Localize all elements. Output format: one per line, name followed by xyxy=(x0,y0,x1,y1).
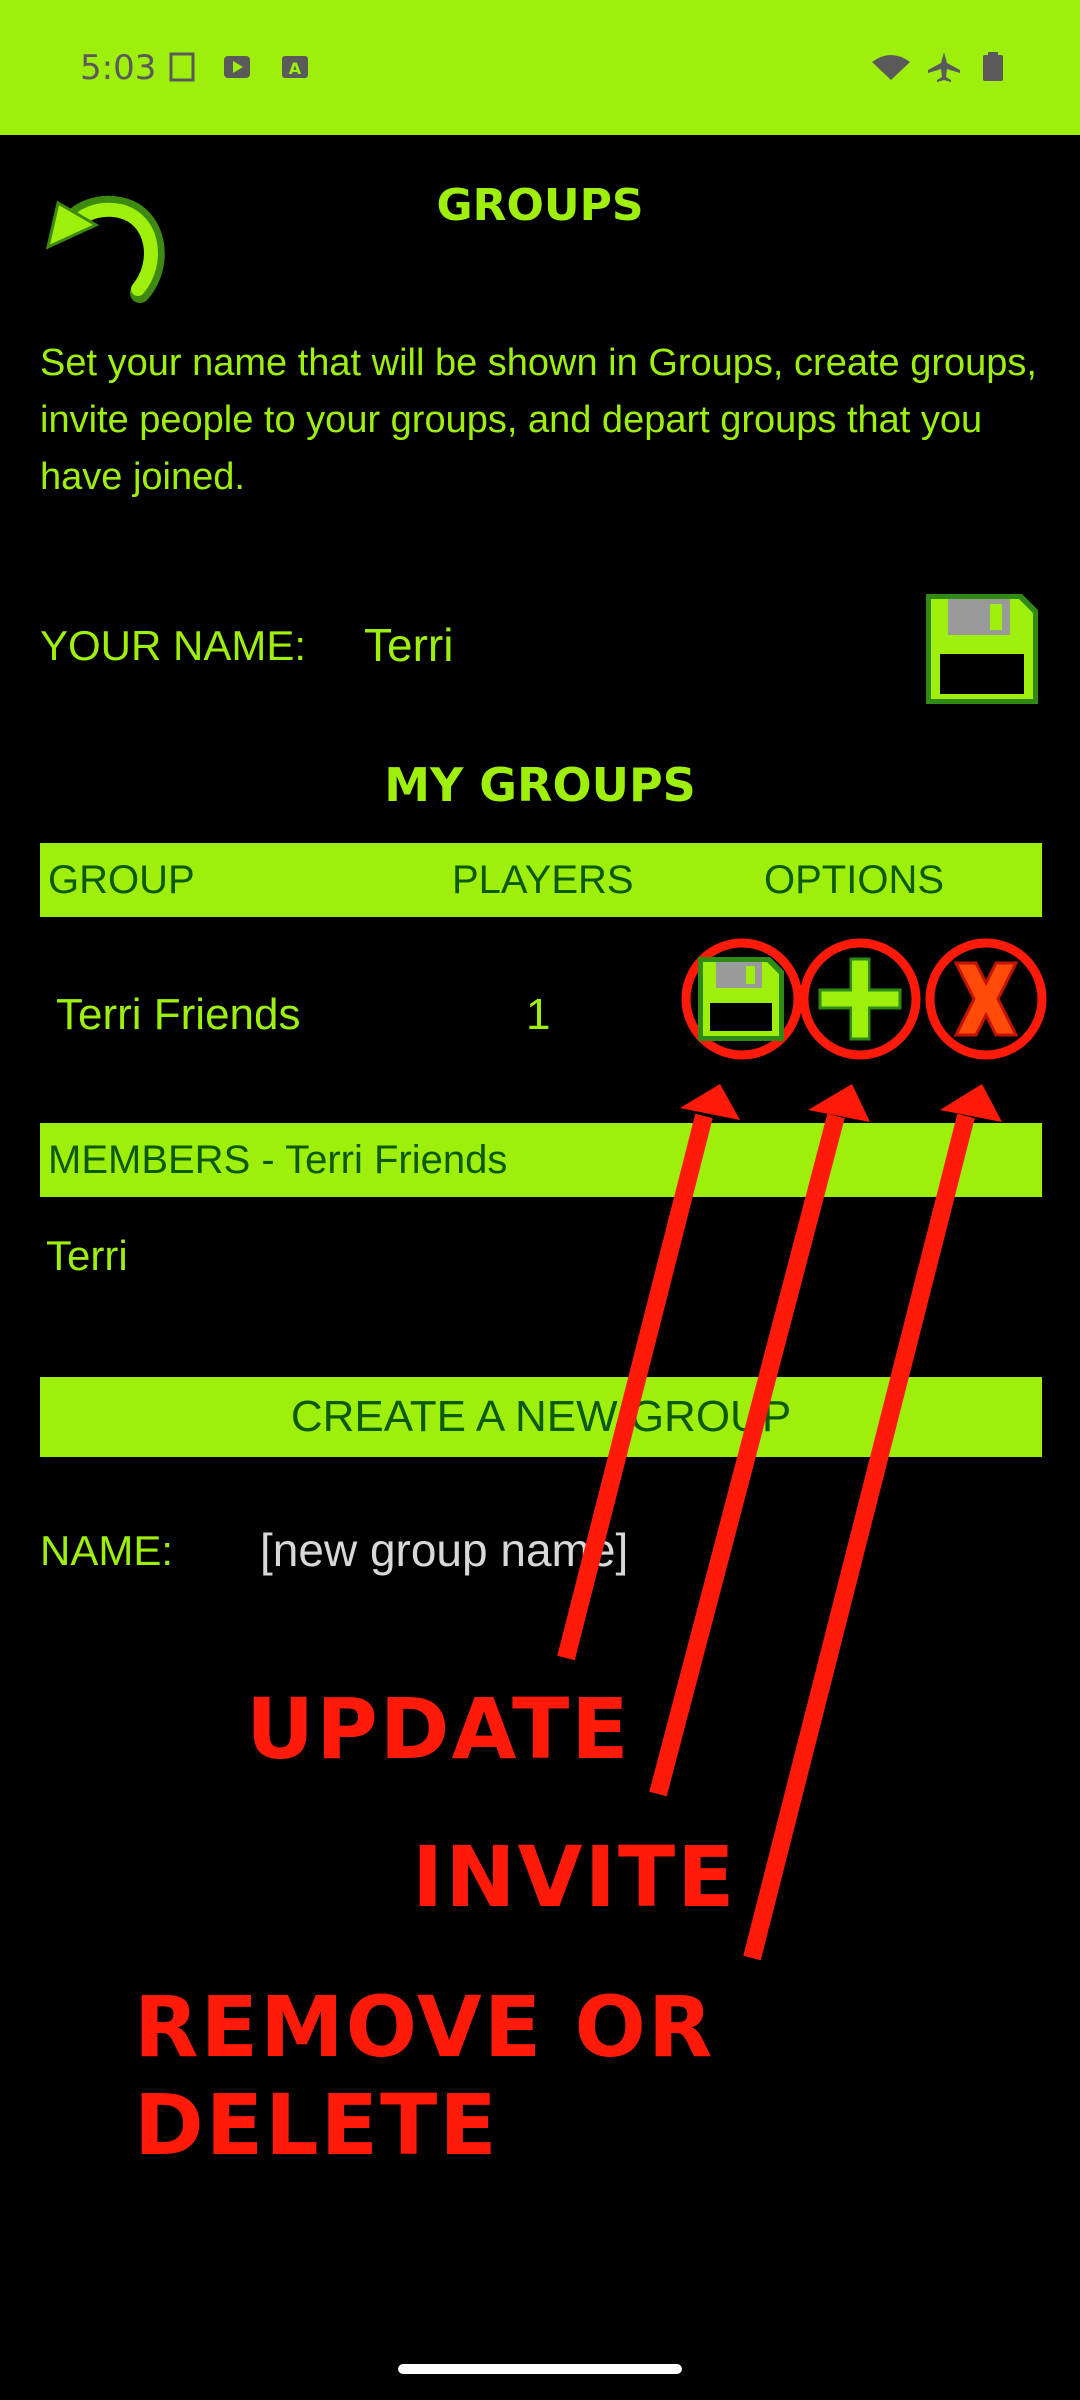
column-players: PLAYERS xyxy=(452,858,634,902)
groups-screen: 5:03 A GROUPS Set your name that will be… xyxy=(0,0,1080,2400)
status-bar: 5:03 A xyxy=(0,0,1080,135)
update-annotation: UPDATE xyxy=(246,1680,631,1778)
invite-to-group-button[interactable] xyxy=(798,937,922,1061)
svg-text:A: A xyxy=(289,59,302,78)
remove-annotation: REMOVE OR DELETE xyxy=(134,1978,715,2174)
players-count-cell: 1 xyxy=(526,990,551,1039)
status-time: 5:03 xyxy=(80,48,157,88)
column-group: GROUP xyxy=(48,858,195,902)
invite-annotation: INVITE xyxy=(412,1828,737,1926)
my-groups-title: MY GROUPS xyxy=(384,758,696,812)
members-header-text: MEMBERS - Terri Friends xyxy=(48,1138,508,1182)
new-group-name-input[interactable] xyxy=(252,1512,968,1588)
new-group-name-label: NAME: xyxy=(40,1527,174,1574)
create-group-title: CREATE A NEW GROUP xyxy=(290,1392,792,1441)
plus-icon xyxy=(818,957,902,1041)
battery-icon xyxy=(983,52,1003,81)
remove-group-button[interactable] xyxy=(924,937,1048,1061)
member-item: Terri xyxy=(46,1232,128,1279)
wifi-icon xyxy=(872,55,910,80)
play-store-icon xyxy=(224,56,250,78)
your-name-value[interactable]: Terri xyxy=(364,618,453,672)
sim-card-icon xyxy=(169,52,195,82)
floppy-disk-icon xyxy=(698,957,784,1041)
x-icon xyxy=(953,961,1019,1037)
floppy-disk-icon xyxy=(926,594,1038,704)
groups-table-header: GROUP PLAYERS OPTIONS xyxy=(40,843,1042,917)
create-group-header[interactable]: CREATE A NEW GROUP xyxy=(40,1377,1042,1457)
update-group-button[interactable] xyxy=(680,937,804,1061)
screen-title: GROUPS xyxy=(436,180,644,231)
your-name-label: YOUR NAME: xyxy=(40,622,307,669)
column-options: OPTIONS xyxy=(764,858,945,902)
save-name-button[interactable] xyxy=(922,590,1042,708)
description-text: Set your name that will be shown in Grou… xyxy=(40,342,1037,498)
airplane-icon xyxy=(928,52,960,82)
group-name-cell[interactable]: Terri Friends xyxy=(56,990,301,1040)
a-notification-icon: A xyxy=(282,56,308,78)
home-indicator[interactable] xyxy=(398,2364,682,2374)
members-header: MEMBERS - Terri Friends xyxy=(40,1123,1042,1197)
